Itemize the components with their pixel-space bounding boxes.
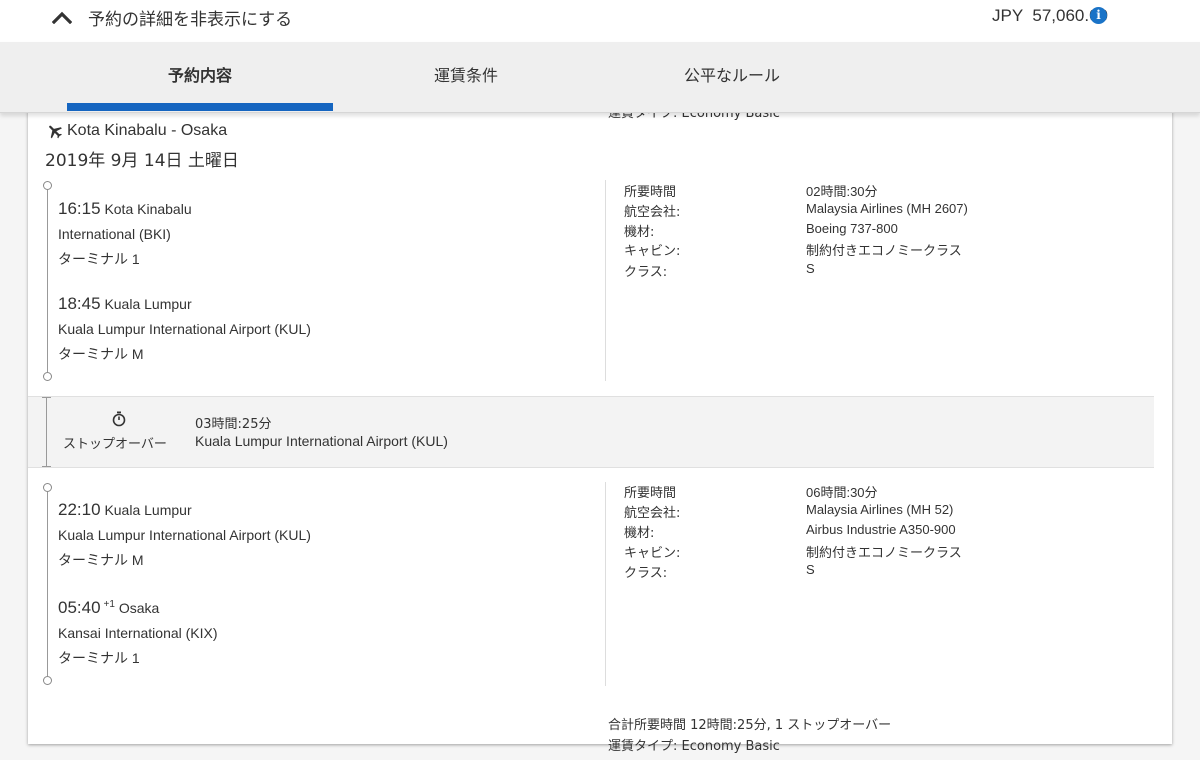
detail-label: キャビン:	[624, 546, 681, 561]
timeline-line	[46, 397, 47, 467]
class-value: S	[806, 562, 815, 577]
airline-value: Malaysia Airlines (MH 52)	[806, 502, 954, 517]
arrival-airport: Kansai International (KIX)	[58, 625, 218, 641]
arrival-terminal: ターミナル M	[58, 346, 144, 362]
stopover-label: ストップオーバー	[63, 437, 167, 452]
detail-label: 航空会社:	[624, 506, 681, 521]
chevron-up-icon	[52, 11, 72, 24]
detail-label: クラス:	[624, 265, 668, 280]
stopover-duration: 03時間:25分	[195, 417, 272, 432]
detail-label: 機材:	[624, 526, 655, 541]
stopwatch-icon	[112, 411, 126, 427]
route-header: Kota Kinabalu - Osaka	[46, 122, 227, 140]
arrival-city: Osaka	[118, 600, 160, 616]
cabin-value: 制約付きエコノミークラス	[806, 545, 962, 560]
arrival-airport: Kuala Lumpur International Airport (KUL)	[58, 321, 311, 337]
stopover-row: ストップオーバー 03時間:25分 Kuala Lumpur Internati…	[28, 396, 1154, 468]
class-value: S	[806, 261, 815, 276]
itinerary-panel: 運賃タイプ: Economy Basic Kota Kinabalu - Osa…	[28, 104, 1172, 754]
departure-terminal: ターミナル M	[58, 552, 144, 568]
arrival-time: 05:40	[58, 598, 101, 617]
aircraft-value: Boeing 737-800	[806, 221, 898, 236]
arrival-info: 05:40 +1 Osaka	[58, 598, 159, 618]
departure-time: 16:15	[58, 199, 101, 218]
timeline-dot	[43, 181, 52, 190]
detail-label: キャビン:	[624, 244, 681, 259]
detail-label: クラス:	[624, 566, 668, 581]
timeline-dot	[43, 483, 52, 492]
details-divider	[605, 180, 606, 381]
departure-city: Kota Kinabalu	[104, 201, 192, 217]
timeline-tick	[42, 466, 51, 467]
departure-airport: Kuala Lumpur International Airport (KUL)	[58, 527, 311, 543]
stopover-airport: Kuala Lumpur International Airport (KUL)	[195, 433, 448, 449]
next-day-indicator: +1	[103, 599, 115, 611]
departure-terminal: ターミナル 1	[58, 251, 140, 267]
active-tab-indicator	[67, 103, 333, 111]
departure-info: 16:15 Kota Kinabalu	[58, 199, 192, 219]
duration-value: 06時間:30分	[806, 485, 878, 500]
info-icon[interactable]: i	[1090, 7, 1107, 24]
tab-fair-rules[interactable]: 公平なルール	[599, 42, 865, 112]
booking-header: 予約の詳細を非表示にする JPY 57,060.00 i	[0, 0, 1200, 42]
detail-label: 所要時間	[624, 185, 677, 200]
timeline-line	[47, 492, 48, 676]
route-date: 2019年 9月 14日 土曜日	[45, 151, 239, 171]
hide-details-toggle[interactable]: 予約の詳細を非表示にする	[52, 4, 292, 30]
duration-value: 02時間:30分	[806, 184, 878, 199]
detail-label: 航空会社:	[624, 205, 681, 220]
tab-fare-conditions[interactable]: 運賃条件	[333, 42, 599, 112]
cabin-value: 制約付きエコノミークラス	[806, 243, 962, 258]
hide-details-label: 予約の詳細を非表示にする	[88, 9, 293, 30]
route-title: Kota Kinabalu - Osaka	[67, 122, 228, 139]
arrival-time: 18:45	[58, 294, 101, 313]
plane-icon	[49, 125, 62, 139]
departure-city: Kuala Lumpur	[104, 502, 192, 518]
departure-time: 22:10	[58, 500, 101, 519]
arrival-info: 18:45 Kuala Lumpur	[58, 294, 192, 314]
total-duration-summary: 合計所要時間 12時間:25分, 1 ストップオーバー	[608, 718, 892, 733]
timeline-line	[47, 190, 48, 372]
timeline-dot	[43, 676, 52, 685]
detail-label: 所要時間	[624, 486, 677, 501]
timeline-dot	[43, 372, 52, 381]
timeline-tick	[42, 397, 51, 398]
tab-booking-details[interactable]: 予約内容	[67, 42, 333, 112]
departure-airport: International (BKI)	[58, 226, 171, 242]
detail-label: 機材:	[624, 225, 655, 240]
airline-value: Malaysia Airlines (MH 2607)	[806, 201, 968, 216]
details-divider	[605, 482, 606, 686]
aircraft-value: Airbus Industrie A350-900	[806, 522, 956, 537]
detail-tabs: 予約内容 運賃条件 公平なルール	[0, 42, 1200, 113]
departure-info: 22:10 Kuala Lumpur	[58, 500, 192, 520]
fare-type: 運賃タイプ: Economy Basic	[608, 739, 780, 754]
arrival-city: Kuala Lumpur	[104, 296, 192, 312]
arrival-terminal: ターミナル 1	[58, 650, 140, 666]
